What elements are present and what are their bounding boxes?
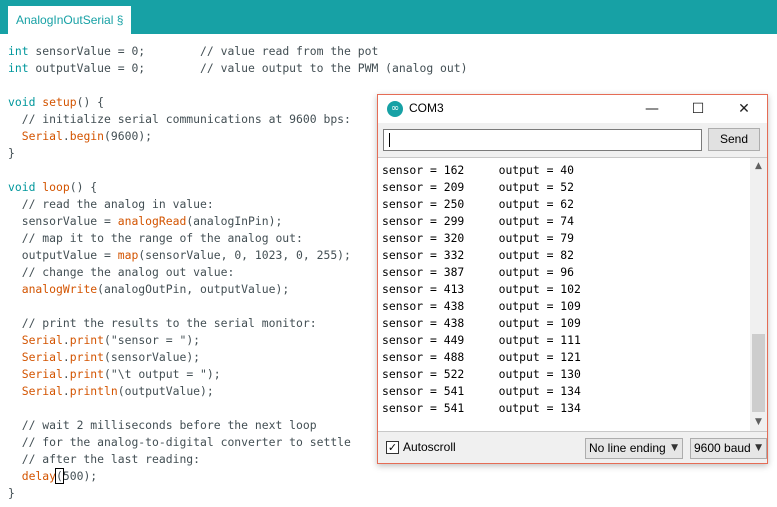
scroll-up-icon[interactable]: ▲: [750, 158, 767, 175]
code-line: }: [8, 486, 15, 500]
code-line: void loop() {: [8, 180, 98, 194]
output-line: sensor = 413 output = 102: [382, 282, 581, 296]
output-line: sensor = 488 output = 121: [382, 350, 581, 364]
code-line: Serial.print("\t output = ");: [21, 367, 221, 381]
code-line: Serial.print("sensor = ");: [21, 333, 201, 347]
line-ending-value: No line ending: [589, 441, 666, 455]
code-line: delay(500);: [21, 468, 98, 484]
code-line: // after the last reading:: [8, 452, 201, 466]
code-line: Serial.print(sensorValue);: [21, 350, 201, 364]
code-line: // initialize serial communications at 9…: [8, 112, 351, 126]
serial-input[interactable]: [383, 129, 702, 151]
arduino-logo-icon: ∞: [387, 101, 403, 117]
baud-rate-value: 9600 baud: [694, 441, 751, 455]
cursor-bracket: (: [55, 468, 64, 484]
scroll-thumb[interactable]: [752, 334, 765, 412]
code-line: Serial.begin(9600);: [21, 129, 153, 143]
output-line: sensor = 209 output = 52: [382, 180, 575, 194]
output-line: sensor = 387 output = 96: [382, 265, 575, 279]
line-ending-select[interactable]: No line ending ▼: [585, 438, 683, 459]
code-line: }: [8, 146, 15, 160]
code-line: analogWrite(analogOutPin, outputValue);: [21, 282, 290, 296]
output-line: sensor = 438 output = 109: [382, 316, 581, 330]
tab-bar: AnalogInOutSerial §: [0, 0, 777, 34]
baud-rate-select[interactable]: 9600 baud ▼: [690, 438, 767, 459]
code-line: int outputValue = 0; // value output to …: [8, 61, 468, 75]
output-line: sensor = 541 output = 134: [382, 401, 581, 415]
output-line: sensor = 320 output = 79: [382, 231, 575, 245]
output-line: sensor = 541 output = 134: [382, 384, 581, 398]
code-line: // wait 2 milliseconds before the next l…: [8, 418, 317, 432]
code-line: // print the results to the serial monit…: [8, 316, 317, 330]
vertical-scrollbar[interactable]: ▲ ▼: [750, 158, 767, 431]
autoscroll-checkbox[interactable]: ✓: [386, 441, 399, 454]
send-button[interactable]: Send: [708, 128, 760, 151]
output-line: sensor = 438 output = 109: [382, 299, 581, 313]
monitor-footer: ✓ Autoscroll No line ending ▼ 9600 baud …: [378, 433, 767, 463]
maximize-button[interactable]: ☐: [675, 95, 721, 123]
code-line: // for the analog-to-digital converter t…: [8, 435, 351, 449]
output-line: sensor = 449 output = 111: [382, 333, 581, 347]
output-line: sensor = 250 output = 62: [382, 197, 575, 211]
chevron-down-icon: ▼: [755, 443, 762, 453]
code-line: Serial.println(outputValue);: [21, 384, 214, 398]
code-line: outputValue = map(sensorValue, 0, 1023, …: [8, 248, 351, 262]
scroll-down-icon[interactable]: ▼: [750, 414, 767, 431]
minimize-button[interactable]: —: [629, 95, 675, 123]
code-line: void setup() {: [8, 95, 105, 109]
serial-monitor-window: ∞ COM3 — ☐ ✕ Send sensor = 162 output = …: [377, 94, 768, 464]
code-line: int sensorValue = 0; // value read from …: [8, 44, 379, 58]
chevron-down-icon: ▼: [671, 443, 678, 453]
tab-sketch[interactable]: AnalogInOutSerial §: [8, 6, 132, 34]
code-line: // read the analog in value:: [8, 197, 214, 211]
output-line: sensor = 522 output = 130: [382, 367, 581, 381]
serial-output[interactable]: sensor = 162 output = 40 sensor = 209 ou…: [378, 157, 767, 432]
code-line: // change the analog out value:: [8, 265, 235, 279]
title-bar[interactable]: ∞ COM3 — ☐ ✕: [378, 95, 767, 123]
window-title: COM3: [409, 101, 444, 115]
output-line: sensor = 332 output = 82: [382, 248, 575, 262]
text-caret: [389, 133, 390, 147]
output-line: sensor = 299 output = 74: [382, 214, 575, 228]
code-line: sensorValue = analogRead(analogInPin);: [8, 214, 283, 228]
close-button[interactable]: ✕: [721, 95, 767, 123]
output-line: sensor = 162 output = 40: [382, 163, 575, 177]
code-line: // map it to the range of the analog out…: [8, 231, 303, 245]
autoscroll-label: Autoscroll: [403, 440, 456, 454]
